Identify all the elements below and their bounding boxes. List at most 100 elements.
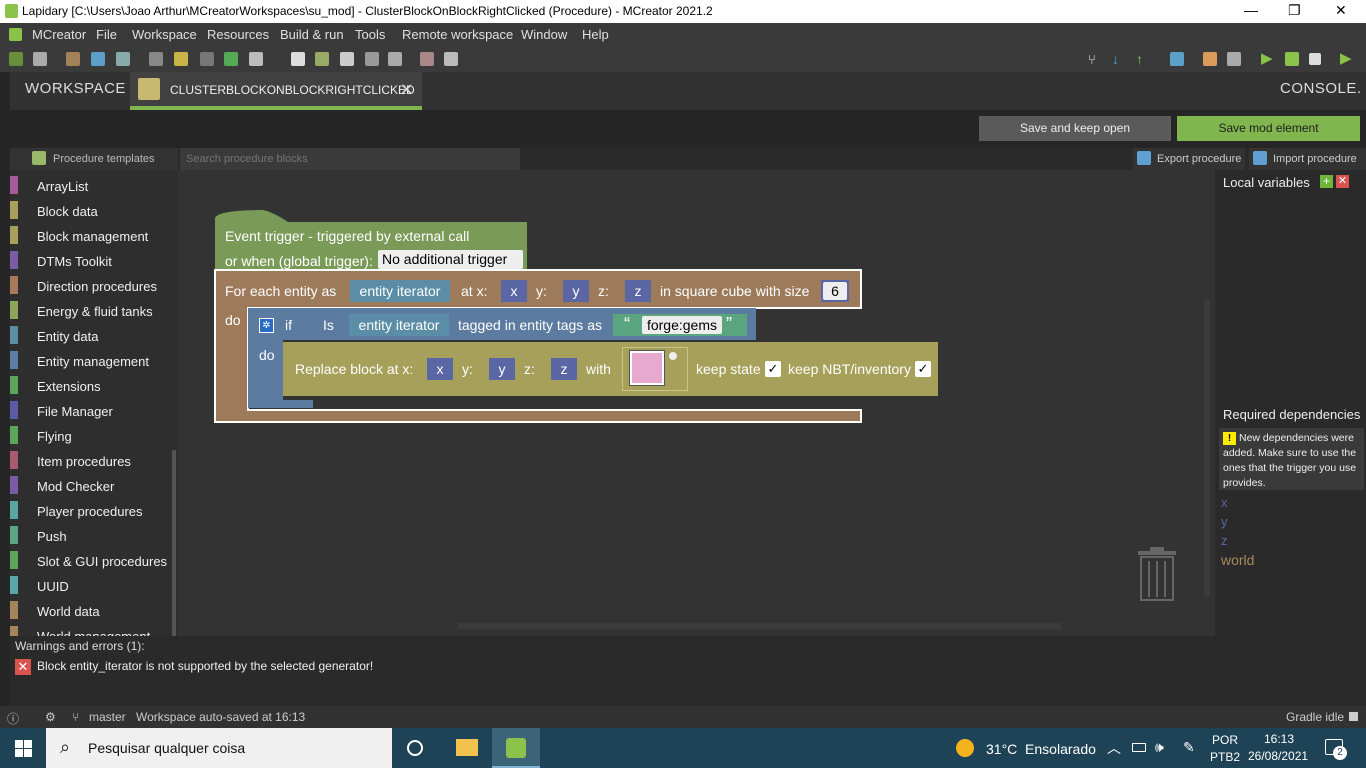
clock-date[interactable]: 26/08/2021 (1248, 749, 1308, 763)
category-entity-data[interactable]: Entity data (10, 322, 170, 347)
category-uuid[interactable]: UUID (10, 572, 170, 597)
open-folder-icon[interactable] (33, 52, 47, 66)
cube-size-value[interactable]: 6 (823, 282, 847, 300)
y-slot-1[interactable]: y (563, 280, 589, 302)
palette-scrollbar[interactable] (172, 450, 176, 636)
windows-start-icon[interactable] (15, 740, 32, 757)
volume-icon[interactable]: 🕪 (1155, 739, 1164, 756)
clock-time[interactable]: 16:13 (1264, 732, 1294, 746)
category-entity-management[interactable]: Entity management (10, 347, 170, 372)
category-extensions[interactable]: Extensions (10, 372, 170, 397)
category-world-data[interactable]: World data (10, 597, 170, 622)
menu-tools[interactable]: Tools (355, 27, 385, 42)
category-push[interactable]: Push (10, 522, 170, 547)
menu-mcreator[interactable]: MCreator (32, 27, 86, 42)
z-slot-2[interactable]: z (551, 358, 577, 380)
category-mod-checker[interactable]: Mod Checker (10, 472, 170, 497)
category-player-procedures[interactable]: Player procedures (10, 497, 170, 522)
import-procedure-button[interactable]: Import procedure (1249, 148, 1366, 170)
export-procedure-button[interactable]: Export procedure (1133, 148, 1245, 170)
canvas-vertical-scrollbar[interactable] (1204, 300, 1210, 596)
category-file-manager[interactable]: File Manager (10, 397, 170, 422)
run-client-icon[interactable]: ▶ (1261, 51, 1275, 66)
category-world-management[interactable]: World management (10, 622, 170, 636)
close-window-button[interactable]: ✕ (1335, 2, 1347, 19)
weather-text[interactable]: 31°C Ensolarado (986, 741, 1096, 757)
canvas-horizontal-scrollbar[interactable] (458, 623, 1061, 629)
tab-procedure[interactable]: CLUSTERBLOCKONBLOCKRIGHTCLICKED ✕ (130, 72, 422, 110)
error-entry[interactable]: ✕ Block entity_iterator is not supported … (15, 659, 373, 675)
minimize-button[interactable]: — (1244, 2, 1258, 18)
y-slot-2[interactable]: y (489, 358, 515, 380)
battery-icon[interactable] (1132, 743, 1146, 752)
trash-can-icon[interactable] (1136, 547, 1178, 601)
mcreator-taskbar-icon[interactable] (492, 728, 540, 768)
z-slot-1[interactable]: z (625, 280, 651, 302)
menu-resources[interactable]: Resources (207, 27, 269, 42)
category-dtms-toolkit[interactable]: DTMs Toolkit (10, 247, 170, 272)
tab-console[interactable]: CONSOLE. (1280, 80, 1362, 97)
procedure-templates-button[interactable]: Procedure templates (10, 148, 178, 170)
pen-icon[interactable]: ✎ (1183, 739, 1195, 756)
export-mod-icon[interactable]: ▶ (1340, 51, 1354, 66)
block-help-icon[interactable] (669, 352, 677, 360)
menu-help[interactable]: Help (582, 27, 609, 42)
add-variable-button[interactable]: + (1320, 175, 1333, 188)
cube-size-slot[interactable]: 6 (821, 280, 849, 302)
category-flying[interactable]: Flying (10, 422, 170, 447)
menu-remote-workspace[interactable]: Remote workspace (402, 27, 513, 42)
download-arrow-icon[interactable]: ↓ (1112, 52, 1126, 66)
tool-pack-icon[interactable] (291, 52, 305, 66)
language-code[interactable]: POR (1212, 733, 1238, 747)
x-slot-1[interactable]: x (501, 280, 527, 302)
menu-window[interactable]: Window (521, 27, 567, 42)
category-block-data[interactable]: Block data (10, 197, 170, 222)
workspace-settings-icon[interactable] (9, 52, 23, 66)
wood-pack-icon[interactable] (315, 52, 329, 66)
x-slot-2[interactable]: x (427, 358, 453, 380)
armor-pack-icon[interactable] (388, 52, 402, 66)
file-explorer-icon[interactable] (456, 739, 478, 756)
gradle-stop-icon[interactable] (1349, 712, 1358, 721)
keep-state-checkbox[interactable]: ✓ (765, 361, 781, 377)
menu-build-run[interactable]: Build & run (280, 27, 344, 42)
keyboard-layout[interactable]: PTB2 (1210, 750, 1240, 764)
menu-workspace[interactable]: Workspace (132, 27, 197, 42)
material-pack-icon[interactable] (340, 52, 354, 66)
structure-icon[interactable] (149, 52, 163, 66)
upload-arrow-icon[interactable]: ↑ (1136, 52, 1150, 66)
restore-button[interactable]: ❐ (1288, 2, 1301, 19)
save-mod-element-button[interactable]: Save mod element (1177, 116, 1360, 141)
category-slot-gui-procedures[interactable]: Slot & GUI procedures (10, 547, 170, 572)
run-server-icon[interactable] (1285, 52, 1299, 66)
armor-maker-icon[interactable] (200, 52, 214, 66)
edit-icon[interactable] (444, 52, 458, 66)
gear-icon[interactable]: ✲ (259, 318, 274, 333)
settings-icon[interactable]: ⚙ (45, 710, 56, 724)
image-maker-icon[interactable] (174, 52, 188, 66)
menu-file[interactable]: File (96, 27, 117, 42)
remove-variable-button[interactable]: ✕ (1336, 175, 1349, 188)
import-sound-icon[interactable] (91, 52, 105, 66)
entity-iterator-slot[interactable]: entity iterator (350, 280, 450, 302)
recipe-icon[interactable] (420, 52, 434, 66)
info-icon[interactable]: ⓘ (7, 710, 19, 727)
tag-value[interactable]: forge:gems (642, 316, 722, 334)
category-block-management[interactable]: Block management (10, 222, 170, 247)
animation-maker-icon[interactable] (224, 52, 238, 66)
entity-iterator-slot-2[interactable]: entity iterator (349, 314, 449, 336)
category-item-procedures[interactable]: Item procedures (10, 447, 170, 472)
save-and-keep-open-button[interactable]: Save and keep open (979, 116, 1171, 141)
import-model-icon[interactable] (116, 52, 130, 66)
category-energy-fluid-tanks[interactable]: Energy & fluid tanks (10, 297, 170, 322)
dimension-icon[interactable] (365, 52, 379, 66)
category-direction-procedures[interactable]: Direction procedures (10, 272, 170, 297)
tab-workspace[interactable]: WORKSPACE (25, 80, 126, 97)
close-tab-icon[interactable]: ✕ (400, 80, 413, 100)
git-branch-icon[interactable]: ⑂ (1088, 52, 1102, 67)
blockly-canvas[interactable]: Event trigger - triggered by external ca… (178, 170, 1215, 636)
search-blocks-input[interactable] (180, 148, 520, 170)
export-folder-icon[interactable] (1170, 52, 1184, 66)
gem-block-icon[interactable] (629, 350, 665, 386)
ore-maker-icon[interactable] (249, 52, 263, 66)
